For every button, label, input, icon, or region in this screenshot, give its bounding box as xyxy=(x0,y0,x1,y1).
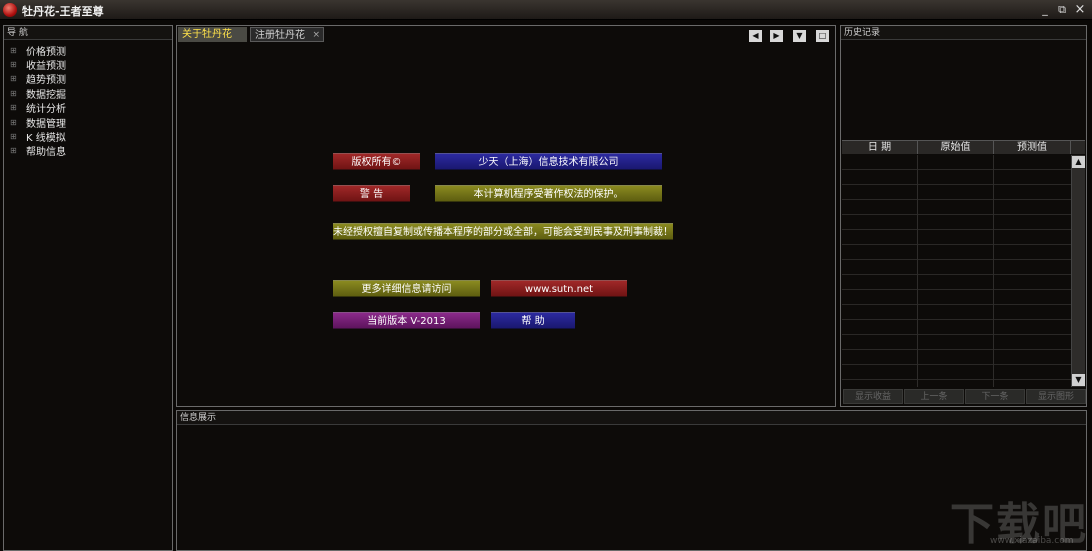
column-header-date[interactable]: 日 期 xyxy=(842,141,918,154)
title-bar: 牡丹花-王者至尊 _ ⧉ × xyxy=(0,0,1092,20)
tab-maximize-icon[interactable]: □ xyxy=(816,30,829,42)
nav-item-label: 收益预测 xyxy=(26,61,66,73)
nav-item-trend-forecast[interactable]: ⊞ 趋势预测 xyxy=(10,72,66,86)
tab-scroll-left-icon[interactable]: ◀ xyxy=(749,30,762,42)
expand-icon[interactable]: ⊞ xyxy=(10,74,26,83)
info-panel-title: 信息展示 xyxy=(177,411,1086,425)
watermark-url: www.xiazaiba.com xyxy=(990,536,1074,546)
tab-label: 关于牡丹花 xyxy=(182,29,232,40)
tab-register[interactable]: 注册牡丹花 × xyxy=(250,27,324,42)
expand-icon[interactable]: ⊞ xyxy=(10,60,26,69)
version-button[interactable]: 当前版本 V-2013 xyxy=(333,312,480,329)
tab-label: 注册牡丹花 xyxy=(255,30,305,41)
nav-panel: 导 航 ⊞ 价格预测 ⊞ 收益预测 ⊞ 趋势预测 ⊞ 数据挖掘 ⊞ 统计分析 ⊞ 数据管理 … xyxy=(3,25,173,551)
tab-close-icon[interactable]: × xyxy=(312,28,320,43)
window-title: 牡丹花-王者至尊 xyxy=(22,5,104,18)
nav-item-data-management[interactable]: ⊞ 数据管理 xyxy=(10,115,66,130)
column-header-forecast[interactable]: 预测值 xyxy=(994,141,1071,154)
tab-list-dropdown-icon[interactable]: ▼ xyxy=(793,30,806,42)
expand-icon[interactable]: ⊞ xyxy=(10,146,26,155)
show-income-button[interactable]: 显示收益 xyxy=(843,389,903,404)
expand-icon[interactable]: ⊞ xyxy=(10,46,26,55)
nav-item-label: 数据挖掘 xyxy=(26,89,66,101)
scroll-up-icon[interactable]: ▲ xyxy=(1072,156,1085,168)
nav-item-income-forecast[interactable]: ⊞ 收益预测 xyxy=(10,57,66,73)
history-panel-title: 历史记录 xyxy=(841,26,1086,40)
minimize-button[interactable]: _ xyxy=(1037,2,1053,18)
nav-item-label: 数据管理 xyxy=(26,118,66,130)
close-button[interactable]: × xyxy=(1072,2,1088,18)
history-table-body[interactable] xyxy=(842,155,1071,387)
expand-icon[interactable]: ⊞ xyxy=(10,103,26,112)
nav-item-label: 趋势预测 xyxy=(26,75,66,87)
history-scrollbar[interactable]: ▲ ▼ xyxy=(1071,155,1085,387)
company-button[interactable]: 少天（上海）信息技术有限公司 xyxy=(435,153,662,170)
expand-icon[interactable]: ⊞ xyxy=(10,118,26,127)
next-button[interactable]: 下一条 xyxy=(965,389,1025,404)
tab-scroll-right-icon[interactable]: ▶ xyxy=(770,30,783,42)
nav-item-label: K 线模拟 xyxy=(26,133,66,145)
expand-icon[interactable]: ⊞ xyxy=(10,132,26,141)
history-table-header: 日 期 原始值 预测值 xyxy=(842,140,1085,154)
nav-item-data-mining[interactable]: ⊞ 数据挖掘 xyxy=(10,86,66,101)
scroll-down-icon[interactable]: ▼ xyxy=(1072,374,1085,386)
copyright-button[interactable]: 版权所有© xyxy=(333,153,420,170)
app-logo-icon xyxy=(3,3,17,17)
nav-item-help[interactable]: ⊞ 帮助信息 xyxy=(10,144,66,158)
nav-item-label: 统计分析 xyxy=(26,104,66,116)
protection-button[interactable]: 本计算机程序受著作权法的保护。 xyxy=(435,185,662,202)
show-chart-button[interactable]: 显示图形 xyxy=(1026,389,1086,404)
column-header-original[interactable]: 原始值 xyxy=(918,141,994,154)
more-info-button[interactable]: 更多详细信息请访问 xyxy=(333,280,480,297)
previous-button[interactable]: 上一条 xyxy=(904,389,964,404)
expand-icon[interactable]: ⊞ xyxy=(10,89,26,98)
restore-button[interactable]: ⧉ xyxy=(1054,2,1070,18)
nav-item-price-forecast[interactable]: ⊞ 价格预测 xyxy=(10,43,66,58)
nav-panel-title: 导 航 xyxy=(4,26,172,40)
main-panel xyxy=(176,25,836,407)
help-button[interactable]: 帮 助 xyxy=(491,312,575,329)
nav-item-statistics[interactable]: ⊞ 统计分析 xyxy=(10,101,66,115)
notice-button[interactable]: 未经授权擅自复制或传播本程序的部分或全部，可能会受到民事及刑事制裁！ xyxy=(333,223,673,240)
nav-item-label: 价格预测 xyxy=(26,46,66,58)
nav-item-kline-simulation[interactable]: ⊞ K 线模拟 xyxy=(10,129,66,145)
nav-item-label: 帮助信息 xyxy=(26,147,66,159)
warning-button[interactable]: 警 告 xyxy=(333,185,410,202)
nav-tree: ⊞ 价格预测 ⊞ 收益预测 ⊞ 趋势预测 ⊞ 数据挖掘 ⊞ 统计分析 ⊞ 数据管理 ⊞ K 线… xyxy=(10,43,66,159)
tab-about[interactable]: 关于牡丹花 xyxy=(178,27,247,42)
website-link[interactable]: www.sutn.net xyxy=(491,280,627,297)
